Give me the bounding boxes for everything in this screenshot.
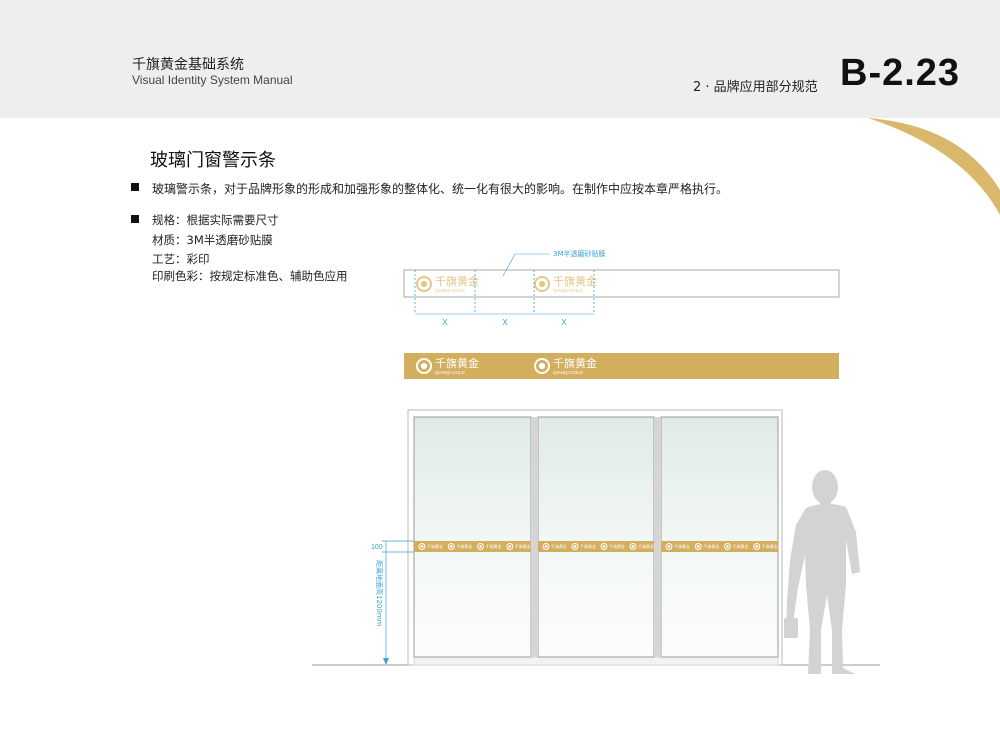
distance-label: 距离地面高1200mm bbox=[375, 560, 384, 627]
swirl-core-icon bbox=[631, 545, 635, 548]
swirl-core-icon bbox=[420, 280, 428, 288]
spec-line: 工艺：彩印 bbox=[152, 252, 210, 266]
swirl-core-icon bbox=[726, 545, 729, 548]
decorative-arc bbox=[868, 118, 1000, 215]
spec-line: 印刷色彩：按规定标准色、辅助色应用 bbox=[152, 269, 348, 283]
dimension-arrow bbox=[383, 658, 389, 665]
swirl-core-icon bbox=[696, 545, 700, 548]
swirl-core-icon bbox=[538, 280, 546, 288]
swirl-core-icon bbox=[667, 545, 671, 548]
logo-wordmark-en: QIANQI GOLD bbox=[553, 370, 584, 375]
logo-wordmark-cn: 千旗黄金 bbox=[553, 356, 597, 370]
spec-line: 规格：根据实际需要尺寸 bbox=[152, 213, 279, 227]
logo-wordmark-cn: 千旗黄金 bbox=[435, 274, 479, 288]
logo-wordmark-cn: 千旗黄金 bbox=[551, 543, 567, 549]
door-mullion bbox=[654, 417, 661, 657]
swirl-core-icon bbox=[449, 545, 453, 548]
logo-wordmark-cn: 千旗黄金 bbox=[435, 356, 479, 370]
spacing-label: X bbox=[561, 318, 567, 327]
description-text: 玻璃警示条，对于品牌形象的形成和加强形象的整体化、统一化有很大的影响。在制作中应… bbox=[152, 182, 729, 196]
door-threshold bbox=[413, 656, 779, 666]
door-warning-bands: 千旗黄金 千旗黄金 千旗黄金 千旗黄金 千旗黄金 千旗黄金 千旗黄金 千旗黄金 千旗黄金 千旗黄金… bbox=[414, 541, 778, 552]
page-art: 千旗黄金QIANQI GOLD千旗黄金QIANQI GOLD X X X 3M半… bbox=[312, 118, 1000, 674]
logo-wordmark-cn: 千旗黄金 bbox=[427, 543, 443, 549]
logo-wordmark-cn: 千旗黄金 bbox=[456, 543, 472, 549]
logo-wordmark-cn: 千旗黄金 bbox=[609, 543, 625, 549]
swirl-core-icon bbox=[573, 545, 577, 548]
swirl-core-icon bbox=[755, 545, 759, 548]
swirl-core-icon bbox=[538, 362, 546, 370]
bullet-square bbox=[131, 215, 139, 223]
logo-wordmark-en: QIANQI GOLD bbox=[553, 288, 584, 293]
door-mullion bbox=[531, 417, 538, 657]
swirl-core-icon bbox=[479, 545, 482, 548]
glass-panel-right bbox=[660, 416, 779, 658]
logo-wordmark-cn: 千旗黄金 bbox=[580, 543, 596, 549]
logo-wordmark-cn: 千旗黄金 bbox=[674, 543, 690, 549]
spec-line: 材质：3M半透磨砂贴膜 bbox=[152, 233, 273, 247]
logo-wordmark-cn: 千旗黄金 bbox=[486, 543, 502, 549]
swirl-core-icon bbox=[602, 545, 606, 548]
logo-wordmark-en: QIANQI GOLD bbox=[435, 288, 466, 293]
glass-panel-left bbox=[413, 416, 532, 658]
logo-wordmark-en: QIANQI GOLD bbox=[435, 370, 466, 375]
swirl-core-icon bbox=[544, 545, 548, 548]
spacing-label: X bbox=[502, 318, 508, 327]
callout-label: 3M半透磨砂贴膜 bbox=[553, 249, 606, 258]
logo-wordmark-cn: 千旗黄金 bbox=[515, 543, 531, 549]
logo-wordmark-cn: 千旗黄金 bbox=[762, 543, 778, 549]
glass-panel-middle bbox=[537, 416, 655, 658]
logo-wordmark-cn: 千旗黄金 bbox=[703, 543, 719, 549]
swirl-core-icon bbox=[420, 362, 428, 370]
human-silhouette bbox=[784, 470, 860, 674]
spacing-label: X bbox=[442, 318, 448, 327]
swirl-core-icon bbox=[420, 545, 424, 548]
swirl-core-icon bbox=[508, 545, 512, 548]
page-title: 玻璃门窗警示条 bbox=[150, 150, 276, 171]
logo-wordmark-cn: 千旗黄金 bbox=[638, 543, 654, 549]
bullet-square bbox=[131, 183, 139, 191]
logo-wordmark-cn: 千旗黄金 bbox=[733, 543, 749, 549]
height-label: 100 bbox=[371, 544, 383, 551]
logo-wordmark-cn: 千旗黄金 bbox=[553, 274, 597, 288]
